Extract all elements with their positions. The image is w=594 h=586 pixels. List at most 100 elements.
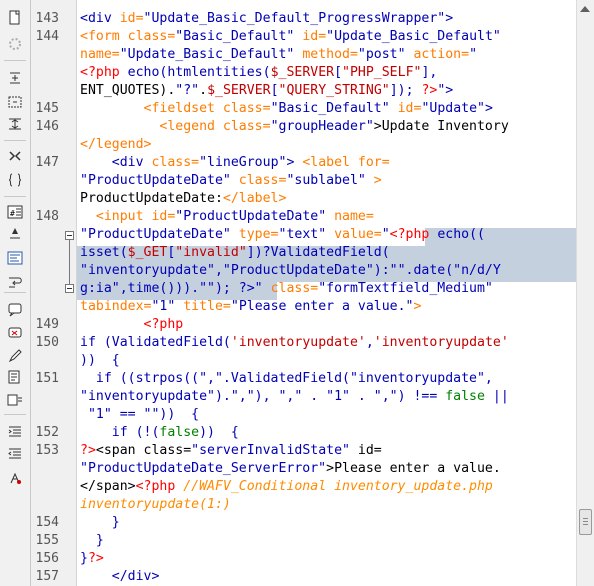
code-line[interactable]: <div class="lineGroup"> <label for= [80, 154, 390, 172]
code-token: id= [397, 101, 422, 116]
code-token: method= [302, 47, 358, 62]
code-line[interactable]: )) { [80, 352, 120, 370]
code-token: class= [238, 173, 287, 188]
svg-text:#: # [10, 209, 15, 218]
code-line[interactable]: </div> [80, 568, 160, 586]
code-token: class= [222, 119, 271, 134]
highlight-invalid-code-icon[interactable] [7, 226, 23, 242]
code-line[interactable]: </legend> [80, 136, 151, 154]
select-parent-tag-icon[interactable] [7, 148, 23, 164]
code-line[interactable]: "ProductUpdateDate" class="sublabel" > [80, 172, 382, 190]
line-number: 143 [35, 11, 59, 26]
disabled-toggle-icon[interactable] [7, 36, 23, 52]
collapse-full-tag-icon[interactable] [7, 70, 23, 86]
apply-comment-icon[interactable] [7, 302, 23, 318]
code-token: } [80, 551, 88, 566]
code-token: id= [357, 443, 382, 458]
code-line[interactable]: if (ValidatedField('inventoryupdate','in… [80, 334, 509, 352]
word-wrap-icon[interactable] [7, 274, 23, 290]
collapse-fold-icon[interactable] [65, 231, 74, 240]
vertical-scrollbar[interactable] [576, 0, 594, 586]
code-line[interactable]: <legend class="groupHeader">Update Inven… [80, 118, 509, 136]
code-token: tabindex= [80, 299, 152, 314]
code-token: ?> [80, 443, 96, 458]
code-token: class= [143, 443, 192, 458]
scrollbar-thumb[interactable] [579, 509, 592, 535]
code-line[interactable]: tabindex="1" title="Please enter a value… [80, 298, 421, 316]
show-code-navigator-icon[interactable] [7, 10, 23, 26]
code-line[interactable]: <?php [80, 316, 184, 334]
code-token: title= [183, 299, 231, 314]
code-line[interactable]: <input id="ProductUpdateDate" name= [80, 208, 374, 226]
code-token: "1" == "")) { [80, 407, 200, 422]
code-token: isset( [80, 245, 128, 260]
collapse-fold-icon[interactable] [65, 284, 74, 293]
line-number: 153 [35, 443, 59, 458]
code-editor: # 143 144 145 146 147 148 149 150 151 15… [0, 0, 594, 586]
code-token: action= [413, 47, 470, 62]
code-token: "lineGroup" [199, 155, 287, 170]
code-token: ])?ValidatedField( [246, 245, 390, 260]
collapse-selection-icon[interactable] [7, 94, 23, 110]
code-line[interactable]: <div id="Update_Basic_Default_ProgressWr… [80, 10, 453, 28]
code-line[interactable]: name="Update_Basic_Default" method="post… [80, 46, 477, 64]
code-token: "> [437, 83, 454, 98]
code-token: >Update Inventory [373, 119, 509, 134]
code-line[interactable]: "inventoryupdate","ProductUpdateDate"):"… [80, 262, 501, 280]
code-line[interactable]: "inventoryupdate").","), "," . "1" . ","… [80, 388, 509, 406]
code-line[interactable]: <?php echo(htmlentities($_SERVER["PHP_SE… [80, 64, 437, 82]
code-token: <input [80, 209, 152, 224]
format-source-code-icon[interactable] [7, 470, 23, 486]
code-token: "Please enter a value." [230, 299, 414, 314]
remove-comment-icon[interactable] [7, 326, 23, 342]
wrap-tag-icon[interactable] [7, 348, 23, 364]
code-line[interactable]: "ProductUpdateDate_ServerError">Please e… [80, 460, 501, 478]
line-numbers-icon[interactable]: # [7, 204, 23, 220]
code-line[interactable]: </span><?php //WAFV_Conditional inventor… [80, 478, 493, 496]
expand-all-icon[interactable] [7, 116, 23, 132]
code-token: ENT_QUOTES). [80, 83, 176, 98]
line-number: 156 [35, 551, 59, 566]
code-token: class= [222, 101, 271, 116]
code-token: echo(htmlentities( [127, 65, 271, 80]
code-token: name= [334, 209, 374, 224]
code-area[interactable]: <div id="Update_Basic_Default_ProgressWr… [77, 0, 576, 586]
code-line[interactable]: "ProductUpdateDate" type="text" value="<… [80, 226, 485, 244]
code-line[interactable]: ProductUpdateDate:</label> [80, 190, 286, 208]
code-line[interactable]: "1" == "")) { [80, 406, 199, 424]
code-line[interactable]: <form class="Basic_Default" id="Update_B… [80, 28, 501, 46]
balance-braces-icon[interactable] [7, 172, 23, 188]
code-line[interactable]: ?><span class="serverInvalidState" id= [80, 442, 382, 460]
line-number: 148 [35, 209, 59, 224]
code-token: > [286, 155, 303, 170]
code-line[interactable]: if (!(false)) { [80, 424, 239, 442]
code-token: > [373, 173, 382, 188]
code-line[interactable]: }?> [80, 550, 104, 568]
code-token: } [80, 515, 120, 530]
code-token: $_GET [127, 245, 168, 260]
code-line[interactable]: ENT_QUOTES)."?".$_SERVER["QUERY_STRING"]… [80, 82, 453, 100]
scroll-up-arrow-icon[interactable] [580, 6, 590, 12]
code-line[interactable]: if ((strpos((",".ValidatedField("invento… [80, 370, 493, 388]
code-token: <div [80, 155, 152, 170]
code-token: > [484, 101, 493, 116]
code-line[interactable]: g:ia",time())).""); ?>" class="formTextf… [80, 280, 493, 298]
code-token: "inventoryupdate","ProductUpdateDate"):"… [80, 263, 501, 278]
code-token: <legend [80, 119, 223, 134]
indent-code-icon[interactable] [7, 424, 23, 440]
code-token: type= [238, 227, 279, 242]
move-css-icon[interactable] [7, 392, 23, 408]
code-token: $_SERVER [270, 65, 335, 80]
code-token: ?> [421, 83, 438, 98]
code-line[interactable]: inventoryupdate(1:) [80, 496, 231, 514]
code-token: "Update" [421, 101, 485, 116]
code-line[interactable]: <fieldset class="Basic_Default" id="Upda… [80, 100, 493, 118]
code-line[interactable]: } [80, 532, 104, 550]
outdent-code-icon[interactable] [7, 446, 23, 462]
code-token: name= [80, 47, 120, 62]
code-token: id= [119, 11, 144, 26]
code-line[interactable]: } [80, 514, 120, 532]
syntax-coloring-icon[interactable] [7, 250, 23, 266]
recent-snippets-icon[interactable] [7, 370, 23, 386]
code-line[interactable]: isset($_GET["invalid"])?ValidatedField( [80, 244, 390, 262]
